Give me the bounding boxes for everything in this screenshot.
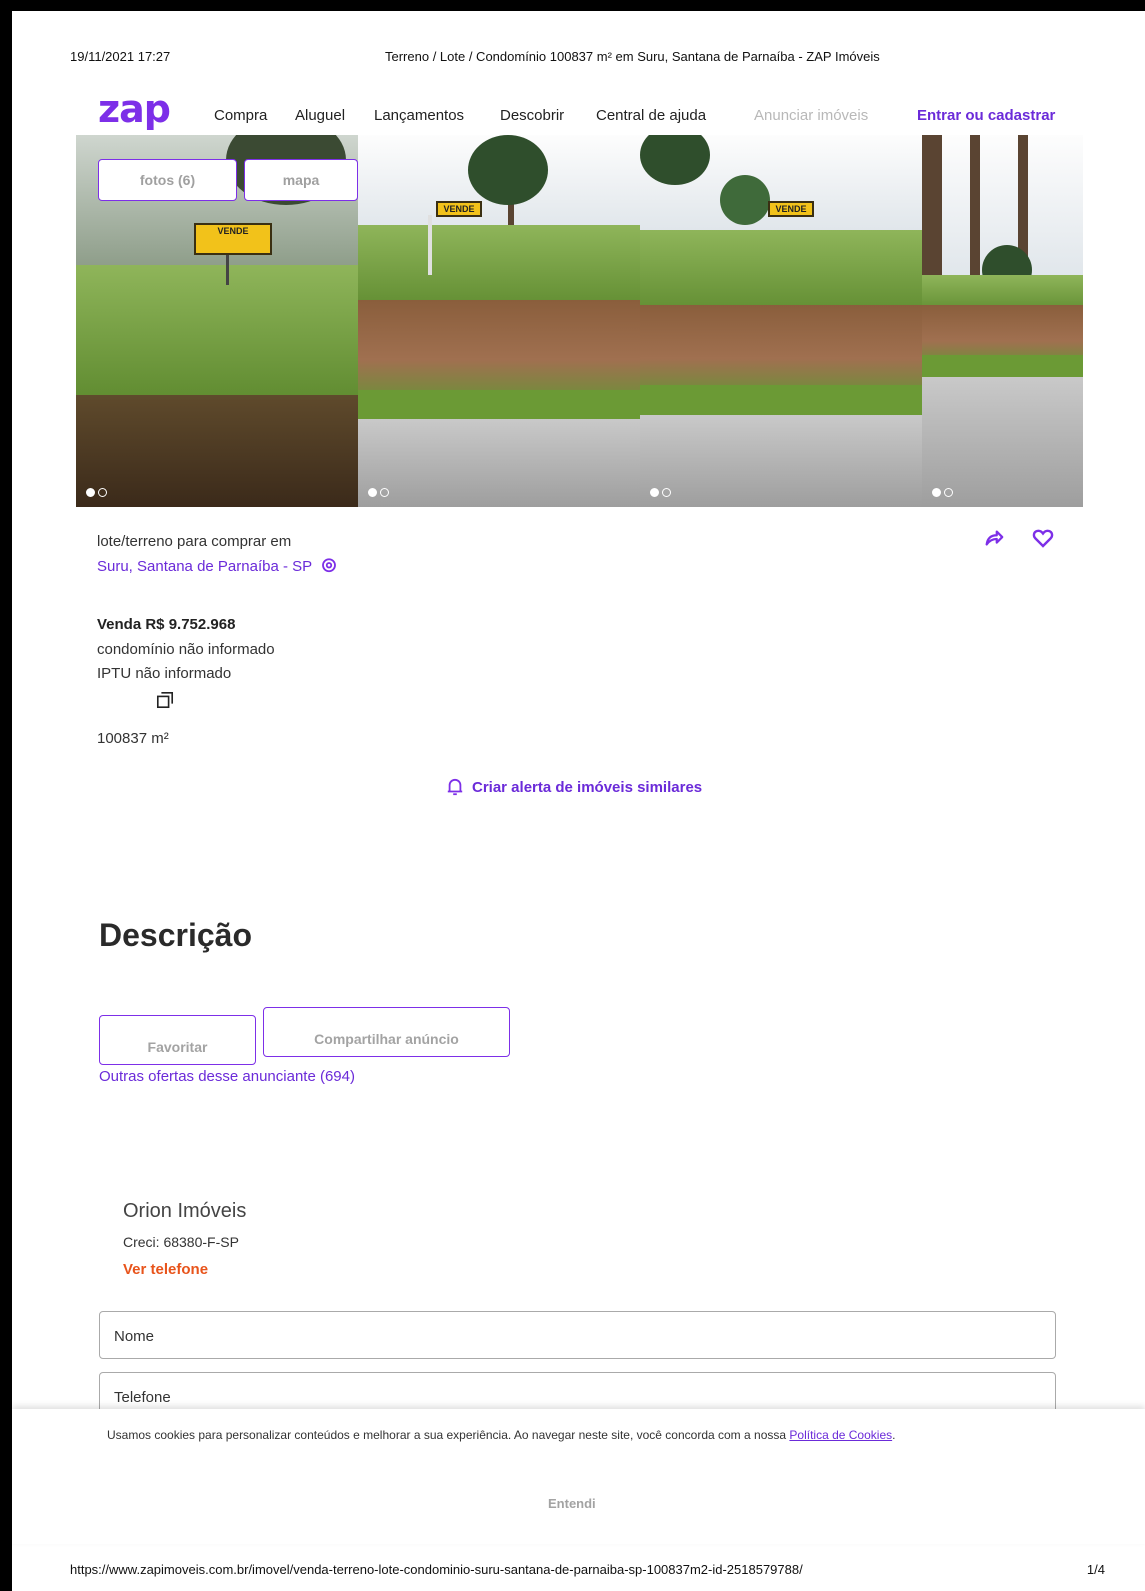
share-listing-button[interactable]: Compartilhar anúncio xyxy=(263,1007,510,1057)
listing-type: lote/terreno para comprar em xyxy=(97,533,292,550)
listing-price: Venda R$ 9.752.968 xyxy=(97,616,236,633)
nav-descobrir[interactable]: Descobrir xyxy=(500,107,564,124)
favorite-button[interactable]: Favoritar xyxy=(99,1015,256,1065)
print-url: https://www.zapimoveis.com.br/imovel/ven… xyxy=(70,1562,803,1577)
listing-iptu: IPTU não informado xyxy=(97,665,232,682)
zap-logo[interactable]: zap xyxy=(98,87,171,131)
for-sale-sign-3: VENDE xyxy=(768,201,814,217)
for-sale-sign-2: VENDE xyxy=(436,201,482,217)
create-alert-link[interactable]: Criar alerta de imóveis similares xyxy=(446,777,702,797)
show-phone-link[interactable]: Ver telefone xyxy=(123,1261,208,1278)
cookie-period: . xyxy=(892,1428,896,1442)
print-page: 19/11/2021 17:27 Terreno / Lote / Condom… xyxy=(12,11,1145,1591)
print-footer: https://www.zapimoveis.com.br/imovel/ven… xyxy=(70,1562,1105,1577)
cookie-policy-link[interactable]: Política de Cookies xyxy=(789,1428,892,1442)
photo-dots-2 xyxy=(368,488,389,497)
cookie-banner: Usamos cookies para personalizar conteúd… xyxy=(12,1409,1145,1544)
location-text[interactable]: Suru, Santana de Parnaíba - SP xyxy=(97,558,312,575)
nav-anunciar-imoveis[interactable]: Anunciar imóveis xyxy=(754,107,868,124)
heart-icon[interactable] xyxy=(1031,527,1055,549)
bell-icon xyxy=(447,778,463,796)
area-icon xyxy=(156,691,174,709)
create-alert-label[interactable]: Criar alerta de imóveis similares xyxy=(472,779,702,796)
gallery-photo-4[interactable] xyxy=(922,135,1083,507)
name-field[interactable]: Nome xyxy=(99,1311,1056,1359)
cookie-message: Usamos cookies para personalizar conteúd… xyxy=(107,1428,790,1442)
print-title: Terreno / Lote / Condomínio 100837 m² em… xyxy=(385,49,880,64)
listing-area: 100837 m² xyxy=(97,730,169,747)
listing-condo: condomínio não informado xyxy=(97,641,275,658)
print-header: 19/11/2021 17:27 Terreno / Lote / Condom… xyxy=(70,49,1105,69)
gallery-photo-2[interactable]: VENDE xyxy=(358,135,640,507)
gallery-photo-3[interactable]: VENDE xyxy=(640,135,922,507)
nav-login[interactable]: Entrar ou cadastrar xyxy=(917,107,1055,124)
share-icon[interactable] xyxy=(983,527,1005,549)
photos-button[interactable]: fotos (6) xyxy=(98,159,237,201)
map-button[interactable]: mapa xyxy=(244,159,358,201)
cookie-accept-button[interactable]: Entendi xyxy=(548,1496,596,1511)
photo-dots-4 xyxy=(932,488,953,497)
for-sale-sign: VENDE xyxy=(194,223,272,255)
other-offers-link[interactable]: Outras ofertas desse anunciante (694) xyxy=(99,1068,355,1085)
advertiser-name: Orion Imóveis xyxy=(123,1200,247,1222)
navbar: zap Compra Aluguel Lançamentos Descobrir… xyxy=(12,83,1145,135)
description-title: Descrição xyxy=(99,917,252,953)
nav-compra[interactable]: Compra xyxy=(214,107,267,124)
advertiser-creci: Creci: 68380-F-SP xyxy=(123,1234,239,1250)
photo-dots xyxy=(86,488,107,497)
nav-aluguel[interactable]: Aluguel xyxy=(295,107,345,124)
map-pin-icon[interactable] xyxy=(320,557,338,575)
nav-central-de-ajuda[interactable]: Central de ajuda xyxy=(596,107,706,124)
print-date: 19/11/2021 17:27 xyxy=(70,49,171,64)
nav-lancamentos[interactable]: Lançamentos xyxy=(374,107,464,124)
print-page-number: 1/4 xyxy=(1086,1562,1105,1577)
photo-dots-3 xyxy=(650,488,671,497)
listing-location[interactable]: Suru, Santana de Parnaíba - SP xyxy=(97,557,338,575)
cookie-text: Usamos cookies para personalizar conteúd… xyxy=(107,1426,1007,1444)
